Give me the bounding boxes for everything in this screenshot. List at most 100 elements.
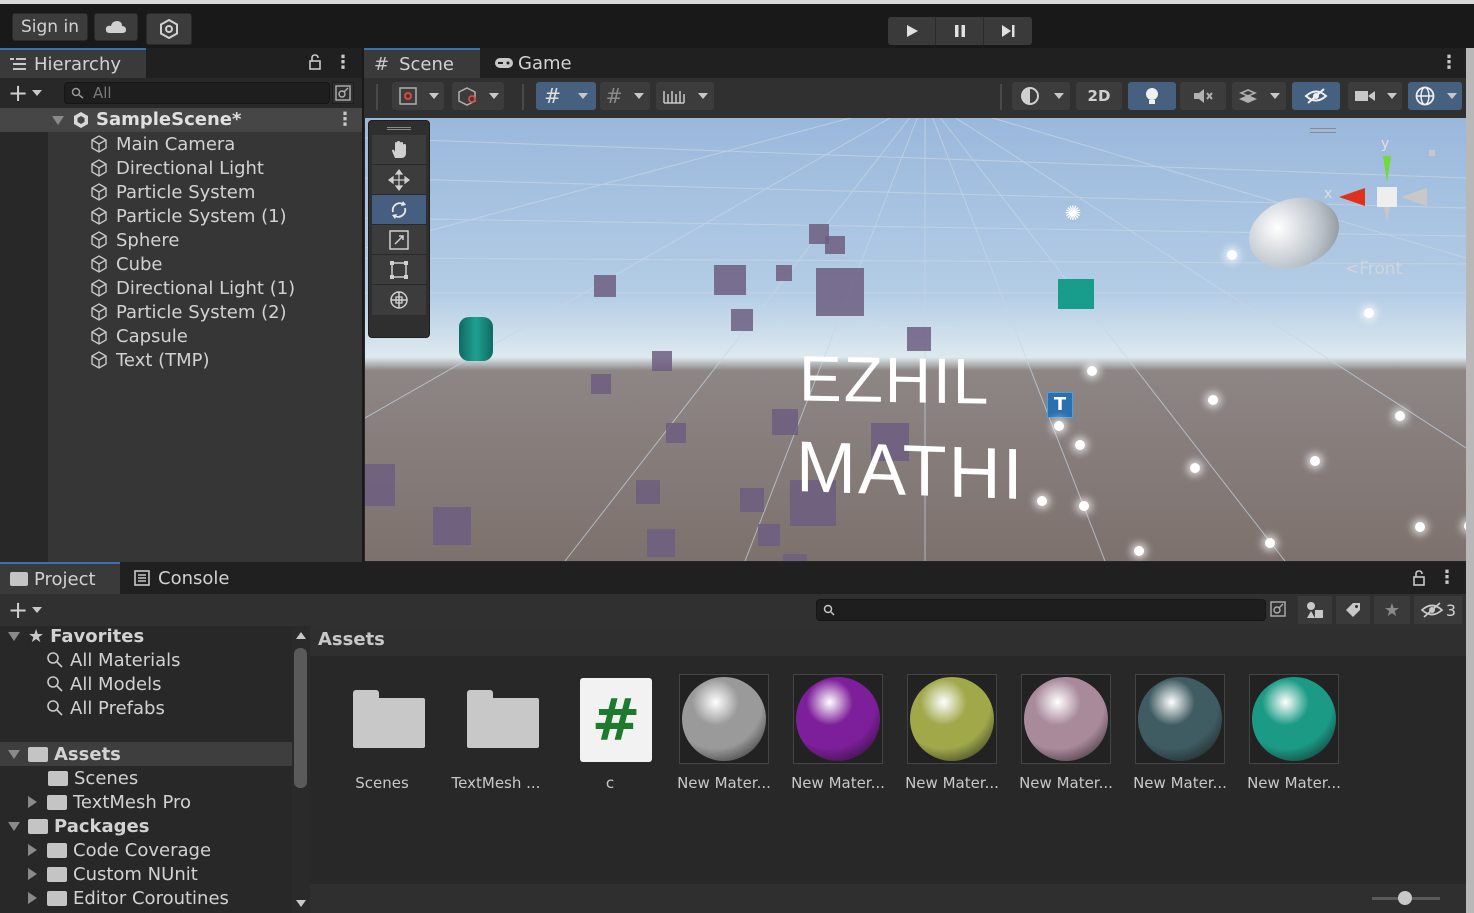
hierarchy-item[interactable]: Particle System (2)	[90, 300, 362, 324]
favorite-item[interactable]: All Prefabs	[46, 696, 292, 720]
collapse-triangle-icon[interactable]	[28, 844, 37, 856]
shading-mode-button[interactable]	[1012, 82, 1070, 110]
search-mode-icon[interactable]	[1268, 599, 1290, 621]
asset-tile[interactable]: TextMesh ...	[444, 674, 548, 792]
effects-button[interactable]	[1232, 82, 1286, 110]
package-item[interactable]: Custom NUnit	[0, 862, 292, 886]
scene-row[interactable]: SampleScene* ⋮	[0, 108, 362, 132]
zoom-slider-thumb[interactable]	[1398, 891, 1412, 905]
hierarchy-item[interactable]: Text (TMP)	[90, 348, 362, 372]
move-icon[interactable]	[372, 165, 426, 195]
mode-2d-button[interactable]: 2D	[1076, 82, 1122, 110]
hidden-packages-button[interactable]: 3	[1414, 596, 1462, 624]
project-search-input[interactable]	[816, 599, 1266, 621]
tree-textmesh-pro[interactable]: TextMesh Pro	[0, 790, 292, 814]
tree-scenes[interactable]: Scenes	[0, 766, 292, 790]
asset-tile[interactable]: # c	[558, 674, 662, 792]
hierarchy-item[interactable]: Main Camera	[90, 132, 362, 156]
expand-triangle-icon[interactable]	[52, 116, 64, 125]
increment-snap-button[interactable]: #	[600, 82, 650, 110]
hierarchy-item[interactable]: Cube	[90, 252, 362, 276]
asset-tile[interactable]: New Mater...	[1242, 674, 1346, 792]
audio-toggle[interactable]	[1180, 82, 1226, 110]
gizmo-view-label[interactable]: <Front	[1345, 259, 1402, 279]
asset-tile[interactable]: New Mater...	[900, 674, 1004, 792]
camera-button[interactable]	[1348, 82, 1402, 110]
hierarchy-item[interactable]: Directional Light (1)	[90, 276, 362, 300]
tab-hierarchy[interactable]: Hierarchy	[0, 48, 146, 78]
package-item[interactable]: Code Coverage	[0, 838, 292, 862]
scroll-thumb[interactable]	[294, 648, 307, 788]
asset-tile[interactable]: Scenes	[330, 674, 434, 792]
asset-tile[interactable]: New Mater...	[672, 674, 776, 792]
gizmos-button[interactable]	[1408, 82, 1462, 110]
filter-by-type-icon[interactable]	[1298, 596, 1332, 624]
overlay-drag-handle[interactable]	[369, 121, 429, 135]
hierarchy-item[interactable]: Capsule	[90, 324, 362, 348]
scale-icon[interactable]	[372, 225, 426, 255]
orientation-gizmo[interactable]: y x <Front	[1324, 136, 1435, 279]
tab-game[interactable]: Game	[482, 48, 582, 78]
pivot-tool-button[interactable]	[392, 82, 444, 110]
expand-triangle-icon[interactable]	[8, 821, 20, 831]
hand-icon[interactable]	[372, 135, 426, 165]
favorite-item-label: All Prefabs	[70, 697, 165, 719]
hierarchy-item[interactable]: Particle System (1)	[90, 204, 362, 228]
global-tool-button[interactable]	[452, 82, 504, 110]
rotate-icon[interactable]	[372, 195, 426, 225]
scroll-up-icon[interactable]	[296, 632, 306, 639]
tree-scrollbar[interactable]	[292, 626, 310, 913]
lighting-toggle[interactable]	[1128, 82, 1176, 110]
scroll-down-icon[interactable]	[296, 900, 306, 907]
lock-icon[interactable]	[308, 54, 324, 72]
transform-icon[interactable]	[372, 285, 426, 315]
gizmo-drag-handle[interactable]	[1310, 128, 1336, 133]
breadcrumb[interactable]: Assets	[318, 629, 385, 650]
project-add-button[interactable]: +	[8, 598, 48, 622]
packages-row[interactable]: Packages	[0, 814, 292, 838]
scene-more-menu-icon[interactable]: ⋮	[1440, 52, 1458, 73]
asset-tile[interactable]: New Mater...	[1128, 674, 1232, 792]
step-icon[interactable]	[984, 17, 1032, 45]
rect-icon[interactable]	[372, 255, 426, 285]
favorite-item[interactable]: All Materials	[46, 648, 292, 672]
hierarchy-item[interactable]: Directional Light	[90, 156, 362, 180]
hierarchy-search-input[interactable]: All	[64, 82, 330, 104]
asset-tile[interactable]: New Mater...	[786, 674, 890, 792]
package-item-label: Custom NUnit	[73, 863, 198, 885]
assets-row[interactable]: Assets	[0, 742, 292, 766]
expand-triangle-icon[interactable]	[8, 631, 20, 641]
add-button[interactable]: +	[8, 81, 48, 105]
package-item[interactable]: Editor Coroutines	[0, 886, 292, 910]
project-toolbar: + ★ 3	[0, 594, 1466, 626]
collapse-triangle-icon[interactable]	[28, 868, 37, 880]
project-lock-icon[interactable]	[1412, 570, 1426, 590]
scene-viewport[interactable]: ✺ EZHIL MATHI T y x <Front	[365, 118, 1466, 561]
tab-console[interactable]: Console	[124, 562, 254, 594]
pause-icon[interactable]	[936, 17, 984, 45]
cloud-icon[interactable]	[94, 13, 138, 41]
hierarchy-item-label: Particle System	[116, 181, 256, 203]
grid-snap-button[interactable]: #	[536, 82, 596, 110]
tab-scene[interactable]: # Scene	[364, 48, 480, 78]
favorite-item[interactable]: All Models	[46, 672, 292, 696]
scene-visibility-toggle[interactable]	[1292, 82, 1340, 110]
ruler-button[interactable]	[656, 82, 714, 110]
more-menu-icon[interactable]: ⋮	[334, 52, 352, 73]
collapse-triangle-icon[interactable]	[28, 892, 37, 904]
filter-by-label-icon[interactable]	[1336, 596, 1370, 624]
play-icon[interactable]	[888, 17, 936, 45]
tab-project[interactable]: Project	[0, 562, 120, 594]
favorites-row[interactable]: ★ Favorites	[0, 626, 292, 648]
scene-more-icon[interactable]: ⋮	[336, 109, 354, 130]
sign-in-button[interactable]: Sign in	[12, 13, 88, 41]
hierarchy-item[interactable]: Particle System	[90, 180, 362, 204]
asset-tile[interactable]: New Mater...	[1014, 674, 1118, 792]
hierarchy-item[interactable]: Sphere	[90, 228, 362, 252]
project-more-icon[interactable]: ⋮	[1438, 567, 1456, 588]
star-favorite-icon[interactable]: ★	[1374, 596, 1410, 624]
collab-icon[interactable]	[146, 13, 192, 45]
search-options-icon[interactable]	[332, 82, 354, 104]
collapse-triangle-icon[interactable]	[28, 796, 37, 808]
expand-triangle-icon[interactable]	[8, 749, 20, 759]
